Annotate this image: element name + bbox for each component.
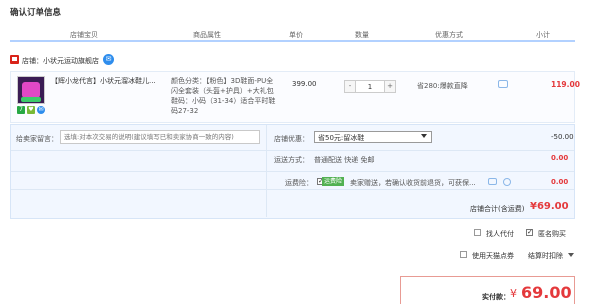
col-subtotal: 小计 [536, 31, 550, 39]
col-shop-item: 店铺宝贝 [70, 31, 98, 39]
insurance-label: 运费险： [285, 179, 313, 187]
insurance-amount: 0.00 [551, 178, 569, 186]
points-deduct-text: 结算时扣除 [528, 252, 563, 260]
anonymous-checkbox[interactable] [526, 228, 533, 236]
message-label: 给卖家留言： [16, 135, 58, 143]
col-attributes: 商品属性 [193, 31, 221, 39]
shop-total-value: ¥69.00 [530, 201, 569, 212]
shop-total-label: 店铺合计(含运费) [470, 205, 525, 213]
col-unit-price: 单价 [289, 31, 303, 39]
shop-discount-amount: -50.00 [551, 133, 574, 141]
shop-icon [10, 55, 19, 64]
promo-text: 省280:爆款直降 [417, 82, 468, 90]
attr-line: 闪全套装（头盔+护具）+大礼包 [171, 87, 274, 95]
col-discount: 优惠方式 [435, 31, 463, 39]
insurance-description: 卖家赠送，若确认收货前退货，可获保... [350, 179, 476, 187]
payment-amount: 69.00 [521, 283, 572, 302]
item-subtotal: 119.00 [551, 80, 580, 89]
proxy-pay-label[interactable]: 找人代付 [486, 229, 514, 239]
info-bubble-icon[interactable] [488, 178, 497, 185]
shop-discount-label: 店铺优惠： [274, 135, 309, 143]
column-header: 店铺宝贝 商品属性 单价 数量 优惠方式 小计 [10, 26, 575, 42]
cart-item: 7 ♥ ✉ 【辉小龙代言】小状元溜冰鞋儿... 颜色分类：【粉色】3D鞋面-PU… [10, 71, 580, 123]
shipping-method: 普通配送 快递 免邮 [314, 156, 375, 164]
attr-line: 码27-32 [171, 107, 199, 115]
unit-price: 399.00 [292, 80, 317, 88]
qty-increase-button[interactable]: + [384, 80, 396, 93]
product-title-link[interactable]: 【辉小龙代言】小状元溜冰鞋儿... [51, 76, 163, 86]
shipping-amount: 0.00 [551, 154, 569, 162]
seven-day-return-icon: 7 [17, 106, 25, 114]
skate-image [22, 82, 40, 98]
message-icon[interactable]: ✉ [37, 106, 45, 114]
help-icon[interactable] [503, 178, 511, 186]
qty-decrease-button[interactable]: - [344, 80, 356, 93]
quantity-input[interactable] [356, 80, 384, 93]
skate-wheels [21, 97, 41, 102]
proxy-pay-checkbox[interactable] [474, 229, 481, 236]
page-title: 确认订单信息 [10, 8, 62, 18]
shop-link[interactable]: 店铺：小状元运动旗舰店 [22, 56, 99, 66]
currency-symbol: ¥ [510, 287, 517, 300]
shipping-label: 运送方式： [274, 156, 309, 164]
attr-line: 颜色分类：【粉色】3D鞋面-PU全 [171, 77, 274, 85]
heart-icon: ♥ [27, 106, 35, 114]
product-thumbnail[interactable] [17, 76, 45, 104]
divider [11, 150, 574, 151]
col-quantity: 数量 [355, 31, 369, 39]
insurance-tag: 运费险 [322, 177, 345, 186]
attr-line: 鞋码：小码（31-34）适合平时鞋 [171, 97, 276, 105]
tmall-points-checkbox[interactable] [460, 251, 467, 258]
seller-message-input[interactable] [60, 130, 260, 144]
promo-info-icon[interactable] [498, 80, 508, 88]
divider [11, 189, 574, 190]
anonymous-label[interactable]: 匿名购买 [538, 229, 566, 239]
chevron-down-icon[interactable] [568, 253, 574, 257]
shop-discount-select[interactable]: 省50元:留冰鞋 [314, 131, 432, 143]
chevron-down-icon [421, 134, 427, 138]
payment-label: 实付款： [482, 293, 510, 301]
product-attributes: 颜色分类：【粉色】3D鞋面-PU全 闪全套装（头盔+护具）+大礼包 鞋码：小码（… [171, 76, 286, 116]
shop-row: 店铺：小状元运动旗舰店 ✉ [10, 54, 575, 68]
divider [11, 171, 574, 172]
chat-icon[interactable]: ✉ [103, 54, 114, 65]
tmall-points-label[interactable]: 使用天猫点券 [472, 251, 514, 261]
